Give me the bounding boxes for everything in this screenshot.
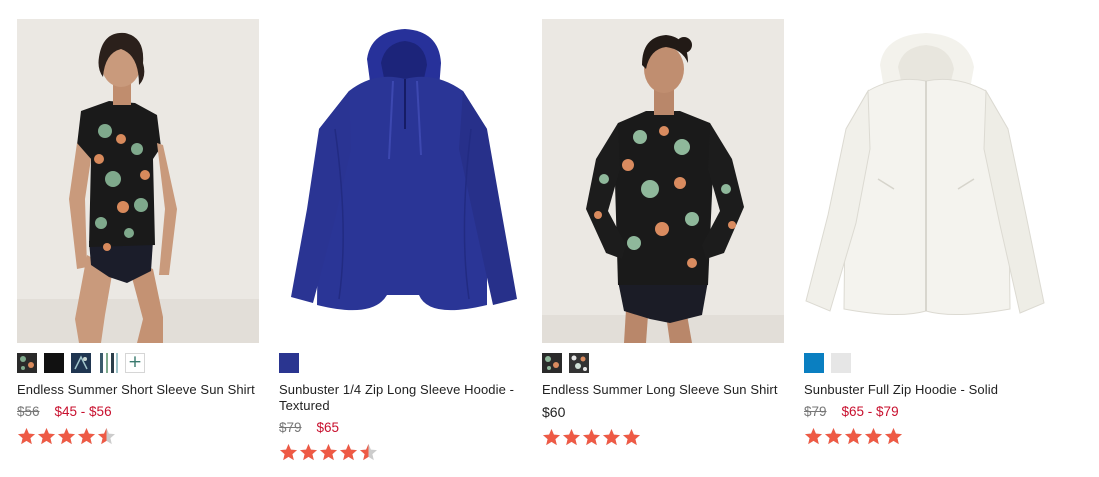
swatch-solid-blue[interactable]: [279, 353, 299, 373]
star-full-icon: [543, 429, 560, 446]
star-full-icon: [845, 428, 862, 445]
product-name[interactable]: Endless Summer Long Sleeve Sun Shirt: [542, 382, 784, 398]
star-full-icon: [58, 428, 75, 445]
star-full-icon: [320, 444, 337, 461]
star-full-icon: [865, 428, 882, 445]
product-price: $60: [542, 404, 784, 421]
swatch-floral-print[interactable]: [569, 353, 589, 373]
product-price: $79 $65 - $79: [804, 404, 1046, 420]
color-swatches: +: [17, 353, 259, 373]
product-image[interactable]: [17, 19, 259, 343]
swatch-solid-white[interactable]: [831, 353, 851, 373]
star-full-icon: [603, 429, 620, 446]
star-full-icon: [300, 444, 317, 461]
sale-price: $65: [316, 420, 340, 435]
color-swatches: [804, 353, 1046, 373]
product-card[interactable]: + Endless Summer Short Sleeve Sun Shirt …: [17, 19, 259, 447]
product-price: $79 $65: [279, 420, 521, 436]
swatch-solid-blue[interactable]: [804, 353, 824, 373]
swatch-navy-palm[interactable]: [71, 353, 91, 373]
color-swatches: [279, 353, 521, 373]
product-card[interactable]: Sunbuster 1/4 Zip Long Sleeve Hoodie - T…: [279, 19, 521, 463]
star-full-icon: [78, 428, 95, 445]
product-image[interactable]: [279, 19, 521, 343]
original-price: $79: [279, 420, 302, 435]
more-colors-button[interactable]: +: [125, 353, 145, 373]
star-full-icon: [340, 444, 357, 461]
star-full-icon: [825, 428, 842, 445]
product-name[interactable]: Sunbuster Full Zip Hoodie - Solid: [804, 382, 1046, 398]
regular-price: $60: [542, 404, 566, 420]
swatch-solid-black[interactable]: [44, 353, 64, 373]
star-rating[interactable]: [17, 427, 259, 447]
star-rating[interactable]: [542, 428, 784, 448]
star-full-icon: [583, 429, 600, 446]
star-full-icon: [18, 428, 35, 445]
product-card[interactable]: Endless Summer Long Sleeve Sun Shirt $60: [542, 19, 784, 448]
color-swatches: [542, 353, 784, 373]
star-full-icon: [38, 428, 55, 445]
product-card[interactable]: Sunbuster Full Zip Hoodie - Solid $79 $65…: [804, 19, 1046, 447]
product-price: $56 $45 - $56: [17, 404, 259, 420]
star-half-icon: [360, 444, 377, 461]
original-price: $56: [17, 404, 40, 419]
star-full-icon: [280, 444, 297, 461]
product-name[interactable]: Sunbuster 1/4 Zip Long Sleeve Hoodie - T…: [279, 382, 521, 414]
star-half-icon: [98, 428, 115, 445]
sale-price: $45 - $56: [54, 404, 112, 419]
product-image[interactable]: [804, 19, 1046, 343]
star-full-icon: [563, 429, 580, 446]
product-image[interactable]: [542, 19, 784, 343]
swatch-stripe[interactable]: [98, 353, 118, 373]
star-full-icon: [623, 429, 640, 446]
sale-price: $65 - $79: [841, 404, 899, 419]
product-name[interactable]: Endless Summer Short Sleeve Sun Shirt: [17, 382, 259, 398]
swatch-dark-floral[interactable]: [542, 353, 562, 373]
star-rating[interactable]: [804, 427, 1046, 447]
star-rating[interactable]: [279, 443, 521, 463]
star-full-icon: [805, 428, 822, 445]
swatch-dark-floral[interactable]: [17, 353, 37, 373]
star-full-icon: [885, 428, 902, 445]
original-price: $79: [804, 404, 827, 419]
